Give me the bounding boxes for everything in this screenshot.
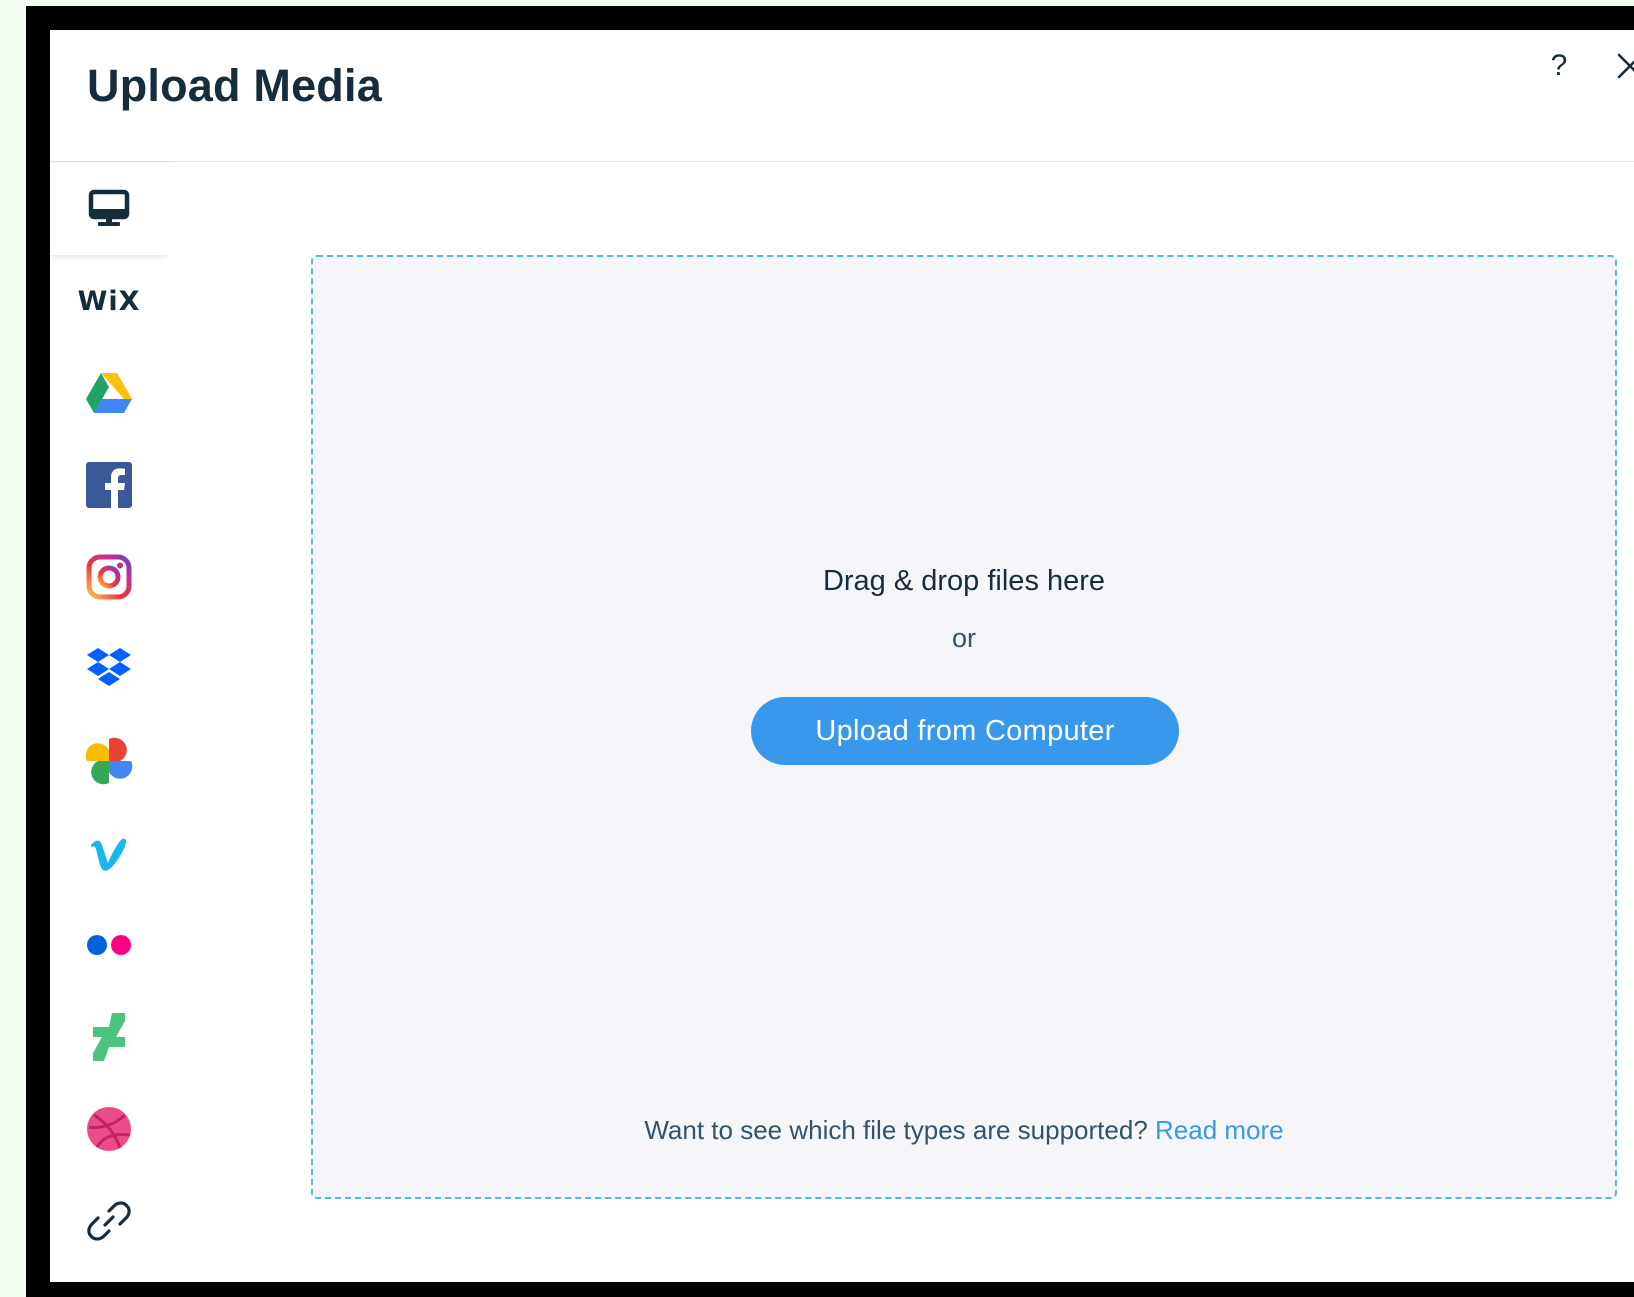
dialog-header: Upload Media ? bbox=[50, 30, 1634, 162]
computer-monitor-icon bbox=[88, 189, 130, 226]
source-google-photos[interactable] bbox=[50, 715, 168, 807]
close-button[interactable] bbox=[1608, 44, 1634, 88]
facebook-icon bbox=[86, 462, 132, 508]
drop-zone[interactable]: Drag & drop files here or Upload from Co… bbox=[311, 255, 1617, 1199]
supported-types-note: Want to see which file types are support… bbox=[313, 1115, 1615, 1146]
source-facebook[interactable] bbox=[50, 439, 168, 531]
or-text: or bbox=[951, 623, 976, 653]
help-button[interactable]: ? bbox=[1537, 44, 1581, 88]
source-wix[interactable]: WiX bbox=[50, 255, 168, 347]
flickr-icon bbox=[87, 935, 131, 955]
close-icon bbox=[1617, 53, 1634, 79]
source-instagram[interactable] bbox=[50, 531, 168, 623]
source-flickr[interactable] bbox=[50, 899, 168, 991]
source-deviantart[interactable] bbox=[50, 991, 168, 1083]
upload-media-dialog: Upload Media ? WiX Drag & drop files her… bbox=[50, 30, 1634, 1282]
source-my-computer[interactable] bbox=[50, 163, 168, 255]
upload-content: Drag & drop files here or Upload from Co… bbox=[168, 163, 1634, 1282]
dropbox-icon bbox=[87, 648, 131, 686]
source-link[interactable] bbox=[50, 1175, 168, 1267]
source-dropbox[interactable] bbox=[50, 623, 168, 715]
vimeo-icon bbox=[91, 838, 127, 871]
google-drive-icon bbox=[86, 373, 132, 413]
upload-from-computer-button[interactable]: Upload from Computer bbox=[751, 697, 1179, 765]
link-icon bbox=[87, 1201, 131, 1241]
deviantart-icon bbox=[93, 1013, 125, 1061]
drag-drop-text: Drag & drop files here bbox=[822, 565, 1106, 597]
source-google-drive[interactable] bbox=[50, 347, 168, 439]
wix-logo-icon: WiX bbox=[77, 285, 141, 317]
google-photos-icon bbox=[85, 737, 133, 785]
source-vimeo[interactable] bbox=[50, 807, 168, 899]
read-more-link[interactable]: Read more bbox=[1155, 1115, 1284, 1145]
instagram-icon bbox=[86, 554, 132, 600]
supported-types-text: Want to see which file types are support… bbox=[644, 1115, 1148, 1145]
dribbble-icon bbox=[87, 1107, 131, 1151]
source-sidebar: WiX bbox=[50, 163, 168, 1282]
dialog-title: Upload Media bbox=[87, 60, 382, 111]
source-dribbble[interactable] bbox=[50, 1083, 168, 1175]
